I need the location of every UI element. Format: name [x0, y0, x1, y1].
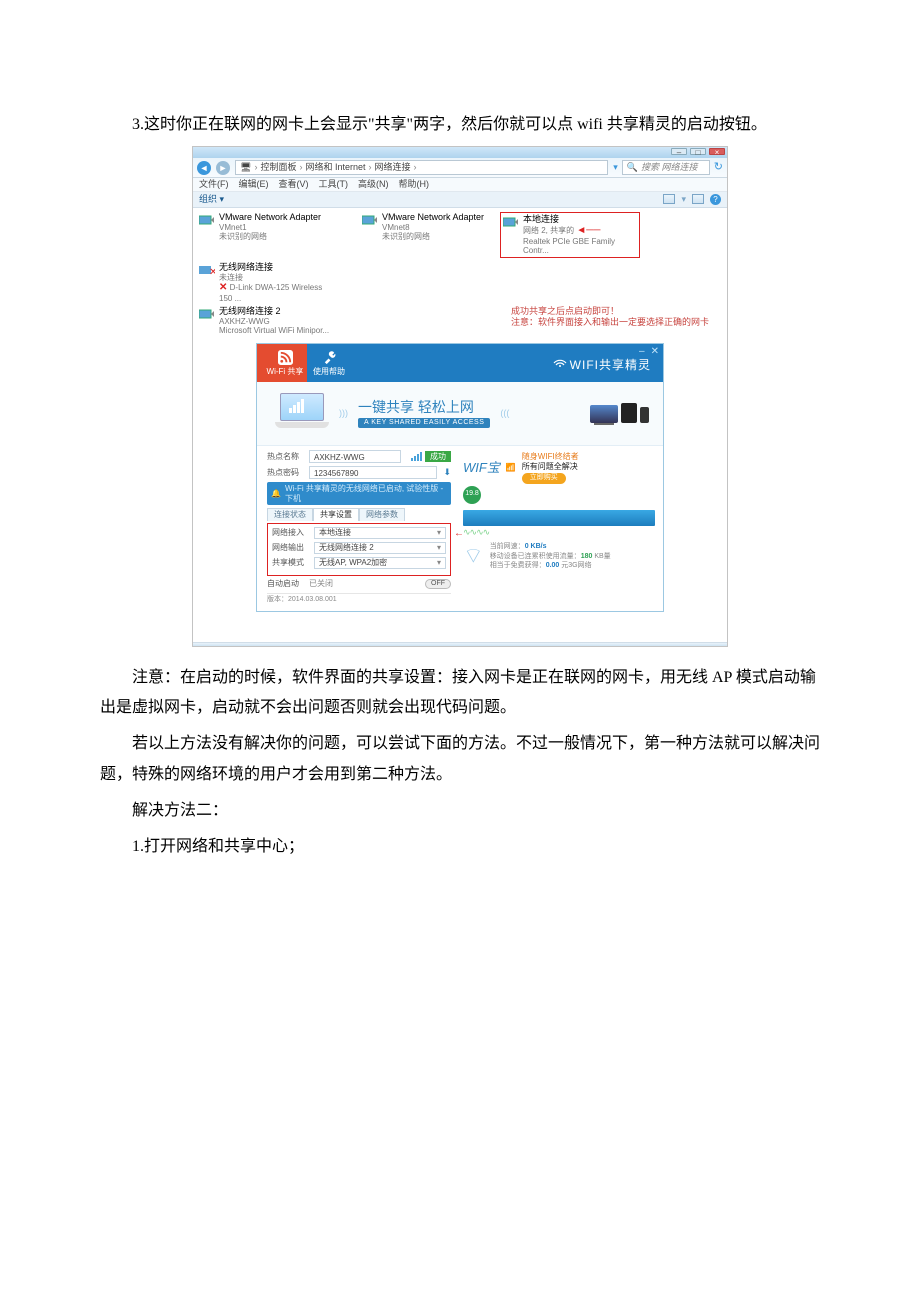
laptop-icon [275, 393, 329, 433]
paragraph-step3: 3.这时你正在联网的网卡上会显示"共享"两字，然后你就可以点 wifi 共享精灵… [100, 110, 820, 140]
nav-fwd-button[interactable]: ► [216, 161, 230, 175]
adapter-vmnet8[interactable]: VMware Network AdapterVMnet8未识别的网络 [362, 212, 492, 258]
refresh-icon[interactable]: ↻ [714, 161, 723, 174]
slogan-en: A KEY SHARED EASILY ACCESS [358, 418, 490, 428]
adapter-local-highlighted[interactable]: 本地连接网络 2, 共享的 ◄──Realtek PCIe GBE Family… [500, 212, 640, 258]
organize-button[interactable]: 组织 ▾ [199, 194, 224, 205]
paragraph-alt: 若以上方法没有解决你的问题，可以尝试下面的方法。不过一般情况下，第一种方法就可以… [100, 729, 820, 790]
view-icon[interactable] [663, 194, 675, 204]
status-strip: 🔔 Wi-Fi 共享精灵的无线网络已启动, 试验性版 - 下机 [267, 482, 451, 505]
maximize-button[interactable]: □ [690, 148, 706, 155]
autostart-toggle[interactable]: OFF [425, 579, 451, 589]
app-banner: ))) 一键共享 轻松上网 A KEY SHARED EASILY ACCESS… [257, 382, 663, 446]
share-mode-select[interactable]: 无线AP, WPA2加密 [314, 557, 446, 569]
download-icon[interactable]: ⬇ [443, 467, 451, 478]
adapter-wireless[interactable]: ✕ 无线网络连接未连接✕ D-Link DWA-125 Wireless 150… [199, 262, 329, 304]
net-in-select[interactable]: 本地连接 [314, 527, 446, 539]
bell-icon: 🔔 [271, 489, 281, 499]
tab-help[interactable]: 使用帮助 [307, 344, 351, 382]
svg-text:✕: ✕ [209, 267, 215, 277]
toolbar: 组织 ▾ ▾ ? [193, 192, 727, 208]
rss-icon [277, 349, 293, 365]
devices-icon [590, 403, 649, 423]
buy-button[interactable]: 立即购买 [522, 473, 566, 483]
subtab-conn[interactable]: 连接状态 [267, 508, 313, 521]
badge-icon: 19.8 [463, 486, 481, 504]
search-input[interactable]: 🔍搜索 网络连接 [622, 160, 710, 175]
app-version: 版本：2014.03.08.001 [267, 593, 451, 604]
adapter-list: VMware Network AdapterVMnet1未识别的网络 VMwar… [193, 208, 727, 306]
hotspot-name-row: 热点名称 AXKHZ-WWG 成功 [267, 450, 451, 463]
app-header: – ✕ Wi-Fi 共享 使用帮助 WIFI共享精灵 [257, 344, 663, 382]
menu-bar: 文件(F) 编辑(E) 查看(V) 工具(T) 高级(N) 帮助(H) [193, 178, 727, 192]
tab-wifi-share[interactable]: Wi-Fi 共享 [263, 344, 307, 382]
menu-adv[interactable]: 高级(N) [358, 179, 389, 190]
subtab-share[interactable]: 共享设置 [313, 508, 359, 521]
wifi-large-icon: ⌔ [463, 543, 484, 569]
preview-icon[interactable] [692, 194, 704, 204]
tools-icon [321, 349, 337, 365]
paragraph-method2: 解决方法二： [100, 796, 820, 826]
hotspot-name-input[interactable]: AXKHZ-WWG [309, 450, 401, 463]
menu-tools[interactable]: 工具(T) [319, 179, 349, 190]
screenshot-network-connections: – □ × ◄ ► 🖥 › 控制面板 › 网络和 Internet › 网络连接… [192, 146, 728, 646]
menu-file[interactable]: 文件(F) [199, 179, 229, 190]
paragraph-note: 注意：在启动的时候，软件界面的共享设置：接入网卡是正在联网的网卡，用无线 AP … [100, 663, 820, 724]
app-right-panel: WIF宝 📶 随身WIFI终结者 所有问题全解决 立即购买 19.8 ∿∿ [457, 446, 663, 611]
app-left-panel: 热点名称 AXKHZ-WWG 成功 热点密码 1234567890 ⬇ 🔔 [257, 446, 457, 611]
hotspot-pw-input[interactable]: 1234567890 [309, 466, 437, 479]
minimize-button[interactable]: – [671, 148, 687, 155]
wifi-share-app: – ✕ Wi-Fi 共享 使用帮助 WIFI共享精灵 [256, 343, 664, 612]
stats-box: ⌔ 当前网速：0 KB/s 移动设备已连累积使用流量：180 KB量 相当于免费… [463, 543, 655, 570]
status-message: 成功共享之后点启动即可！ 注意：软件界面接入和输出一定要选择正确的网卡 [511, 306, 721, 336]
nav-back-button[interactable]: ◄ [197, 161, 211, 175]
wifi-icon: 📶 [506, 463, 516, 473]
hotspot-pw-row: 热点密码 1234567890 ⬇ [267, 466, 451, 479]
adapter-wireless2[interactable]: 无线网络连接 2AXKHZ-WWGMicrosoft Virtual WiFi … [199, 306, 354, 336]
help-icon[interactable]: ? [710, 194, 721, 205]
app-close-icon[interactable]: ✕ [651, 346, 659, 358]
paragraph-step1b: 1.打开网络和共享中心； [100, 832, 820, 862]
close-button[interactable]: × [709, 148, 725, 155]
menu-edit[interactable]: 编辑(E) [239, 179, 269, 190]
promo-box: WIF宝 📶 随身WIFI终结者 所有问题全解决 立即购买 [463, 452, 655, 484]
slogan-cn: 一键共享 轻松上网 [358, 399, 490, 416]
menu-help[interactable]: 帮助(H) [399, 179, 430, 190]
app-min-icon[interactable]: – [639, 346, 645, 358]
share-settings-highlight: ← 网络接入本地连接 网络输出无线网络连接 2 共享模式无线AP, WPA2加密 [267, 523, 451, 576]
subtab-net[interactable]: 网络参数 [359, 508, 405, 521]
address-bar: ◄ ► 🖥 › 控制面板 › 网络和 Internet › 网络连接 › ▾ 🔍… [193, 158, 727, 178]
traffic-graph: ∿∿∿∿ [463, 510, 655, 538]
menu-view[interactable]: 查看(V) [279, 179, 309, 190]
adapter-vmnet1[interactable]: VMware Network AdapterVMnet1未识别的网络 [199, 212, 354, 258]
status-success-badge: 成功 [425, 451, 451, 463]
breadcrumb[interactable]: 🖥 › 控制面板 › 网络和 Internet › 网络连接 › [235, 160, 608, 175]
window-title-bar: – □ × [193, 147, 727, 158]
net-out-select[interactable]: 无线网络连接 2 [314, 542, 446, 554]
